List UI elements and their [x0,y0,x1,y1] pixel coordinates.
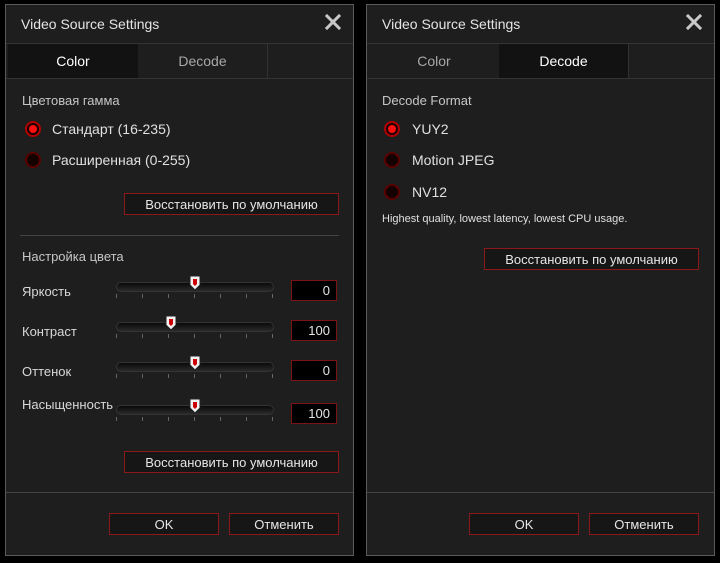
contrast-value[interactable]: 100 [291,320,337,341]
hue-slider-thumb[interactable] [189,355,201,371]
slider-tick [272,294,273,298]
tab-decode[interactable]: Decode [499,44,629,78]
slider-tick [220,374,221,378]
radio-motion-jpeg-label: Motion JPEG [412,152,495,168]
saturation-slider-ticks [116,417,274,421]
hue-value[interactable]: 0 [291,360,337,381]
radio-standard-range[interactable] [25,121,41,137]
slider-tick [168,374,169,378]
saturation-slider-thumb[interactable] [189,398,201,414]
brightness-slider-thumb[interactable] [189,275,201,291]
dialog-title: Video Source Settings [21,16,160,32]
cancel-button[interactable]: Отменить [589,513,699,535]
slider-label-contrast: Контраст [22,324,77,339]
hue-slider-ticks [116,374,274,378]
slider-label-hue: Оттенок [22,364,72,379]
slider-tick [220,334,221,338]
slider-tick [116,334,117,338]
saturation-value[interactable]: 100 [291,403,337,424]
format-description: Highest quality, lowest latency, lowest … [382,213,628,225]
restore-defaults-color-button[interactable]: Восстановить по умолчанию [124,451,339,473]
video-source-settings-dialog-decode: Video Source Settings Color Decode Decod… [366,4,715,556]
slider-tick [116,374,117,378]
radio-yuy2[interactable] [384,121,400,137]
radio-nv12[interactable] [384,184,400,200]
slider-tick [246,417,247,421]
slider-tick [272,417,273,421]
radio-nv12-label: NV12 [412,184,448,200]
radio-yuy2-label: YUY2 [412,121,449,137]
slider-tick [168,294,169,298]
slider-tick [194,417,195,421]
slider-tick [142,417,143,421]
slider-tick [220,417,221,421]
tab-bar: Color Decode [6,43,353,79]
divider [20,235,339,236]
title-bar: Video Source Settings [367,5,714,43]
footer-divider [367,492,714,493]
slider-tick [246,374,247,378]
restore-defaults-gamut-button[interactable]: Восстановить по умолчанию [124,193,339,215]
video-source-settings-dialog-color: Video Source Settings Color Decode Цвето… [5,4,354,556]
color-gamut-heading: Цветовая гамма [22,93,120,108]
cancel-button[interactable]: Отменить [229,513,339,535]
contrast-slider[interactable] [116,322,274,332]
slider-tick [246,294,247,298]
slider-tick [116,294,117,298]
slider-tick [142,294,143,298]
tab-color[interactable]: Color [369,44,499,78]
slider-tick [246,334,247,338]
close-icon[interactable] [323,12,343,32]
close-icon[interactable] [684,12,704,32]
decode-format-heading: Decode Format [382,93,472,108]
ok-button[interactable]: OK [109,513,219,535]
slider-tick [168,417,169,421]
tab-color[interactable]: Color [8,44,138,78]
radio-motion-jpeg[interactable] [384,152,400,168]
slider-tick [168,334,169,338]
contrast-slider-thumb[interactable] [165,315,177,331]
footer-divider [6,492,353,493]
dialog-title: Video Source Settings [382,16,521,32]
slider-tick [116,417,117,421]
slider-label-brightness: Яркость [22,284,71,299]
tab-bar: Color Decode [367,43,714,79]
slider-tick [272,374,273,378]
restore-defaults-decode-button[interactable]: Восстановить по умолчанию [484,248,699,270]
slider-tick [220,294,221,298]
slider-tick [194,374,195,378]
radio-extended-range[interactable] [25,152,41,168]
radio-extended-range-label: Расширенная (0-255) [52,152,191,168]
slider-tick [142,334,143,338]
slider-tick [194,294,195,298]
radio-standard-range-label: Стандарт (16-235) [52,121,171,137]
slider-tick [272,334,273,338]
brightness-slider-ticks [116,294,274,298]
title-bar: Video Source Settings [6,5,353,43]
color-adjust-heading: Настройка цвета [22,249,124,264]
ok-button[interactable]: OK [469,513,579,535]
slider-tick [194,334,195,338]
brightness-value[interactable]: 0 [291,280,337,301]
contrast-slider-ticks [116,334,274,338]
slider-label-saturation: Насыщенность [22,397,114,412]
tab-decode[interactable]: Decode [138,44,268,78]
slider-tick [142,374,143,378]
